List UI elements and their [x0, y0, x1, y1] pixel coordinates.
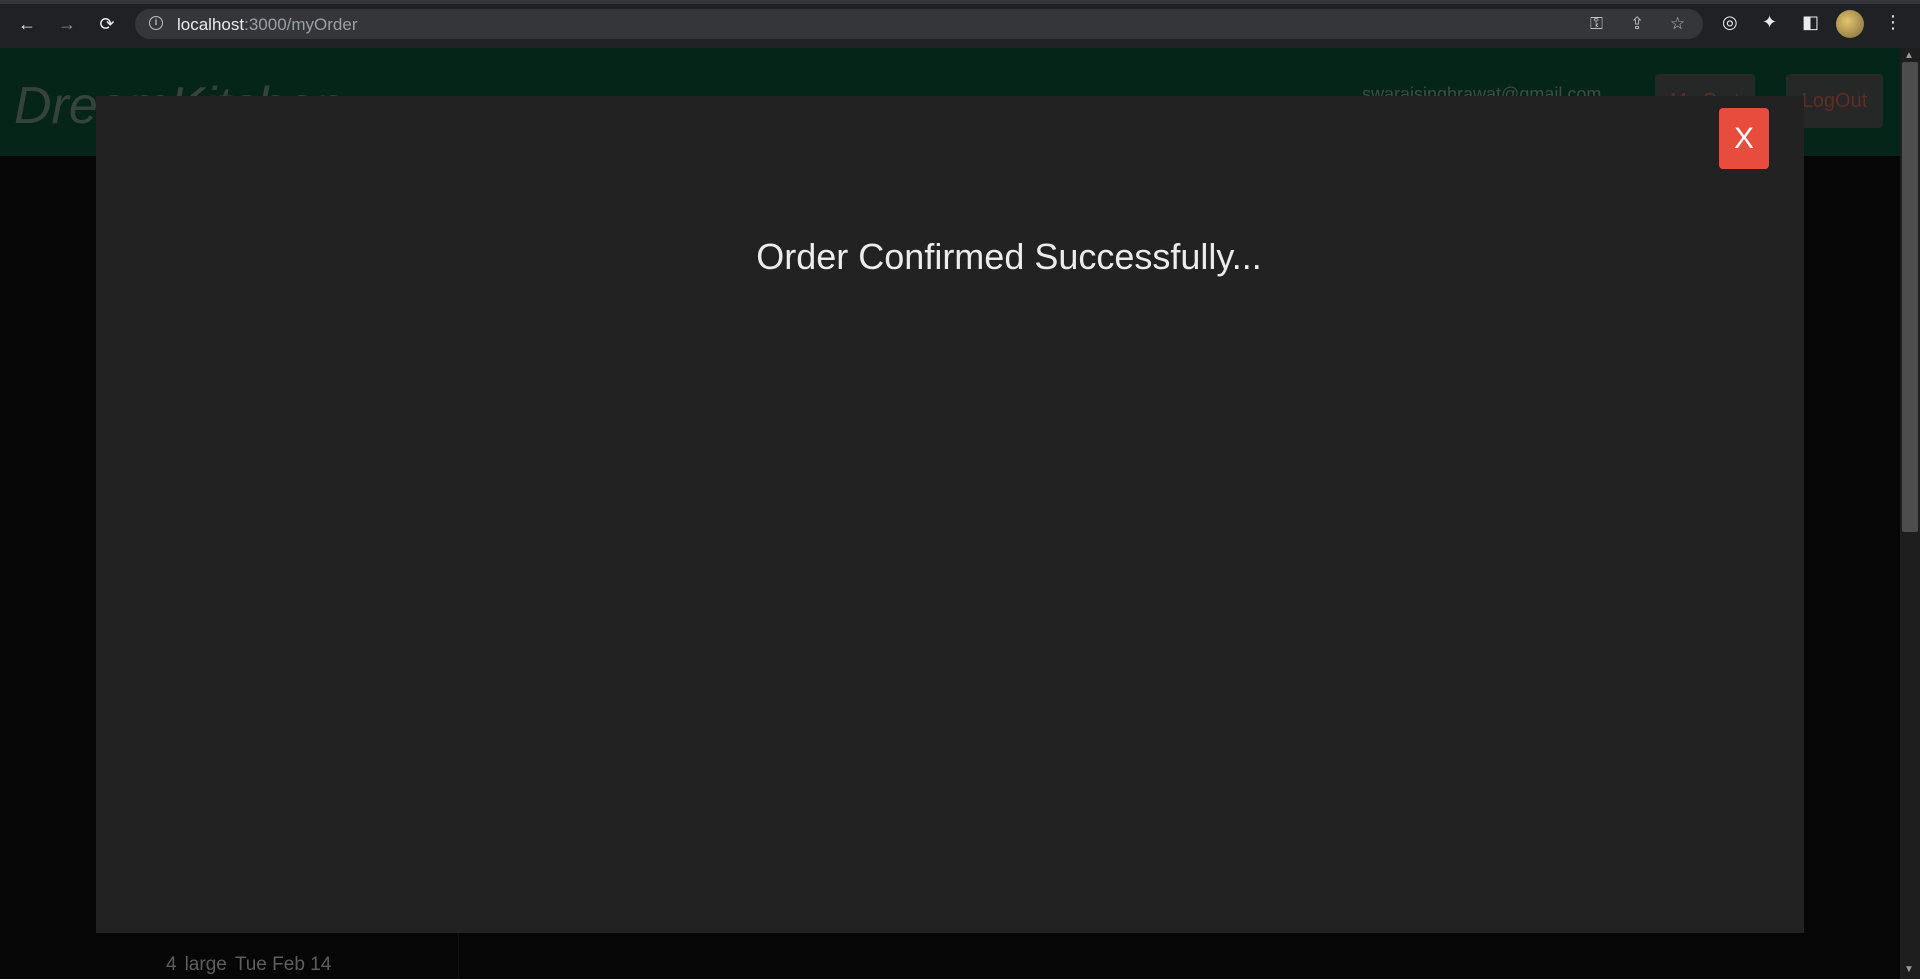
reload-icon[interactable]: ⟳	[94, 11, 120, 37]
share-icon[interactable]: ⇪	[1630, 14, 1644, 34]
extension-target-icon[interactable]: ◎	[1722, 12, 1738, 33]
page-scrollbar[interactable]: ▲ ▼	[1900, 48, 1920, 979]
scroll-down-icon[interactable]: ▼	[1904, 964, 1914, 975]
close-modal-button[interactable]: X	[1719, 108, 1769, 169]
order-confirmation-modal: X Order Confirmed Successfully...	[96, 96, 1804, 933]
url-host: localhost	[177, 15, 245, 34]
puzzle-extensions-icon[interactable]: ✦	[1762, 12, 1777, 33]
scroll-thumb[interactable]	[1902, 62, 1918, 532]
back-icon[interactable]: ←	[14, 11, 40, 37]
url-text[interactable]: localhost:3000/myOrder	[177, 15, 358, 35]
address-bar[interactable]: i localhost:3000/myOrder ⚿ ⇪ ☆	[135, 9, 1703, 39]
profile-avatar[interactable]	[1836, 10, 1864, 38]
bookmark-star-icon[interactable]: ☆	[1670, 14, 1685, 34]
side-panel-icon[interactable]: ◧	[1802, 12, 1819, 33]
tab-strip-edge	[0, 0, 1920, 4]
forward-icon[interactable]: →	[54, 11, 80, 37]
confirmation-message: Order Confirmed Successfully...	[756, 236, 1262, 277]
key-icon[interactable]: ⚿	[1590, 14, 1603, 34]
site-info-icon[interactable]: i	[149, 16, 163, 30]
url-path: :3000/myOrder	[244, 15, 358, 34]
browser-toolbar: ← → ⟳ i localhost:3000/myOrder ⚿ ⇪ ☆ ◎ ✦…	[0, 0, 1920, 49]
scroll-up-icon[interactable]: ▲	[1904, 50, 1914, 61]
browser-menu-icon[interactable]: ⋮	[1884, 12, 1902, 33]
